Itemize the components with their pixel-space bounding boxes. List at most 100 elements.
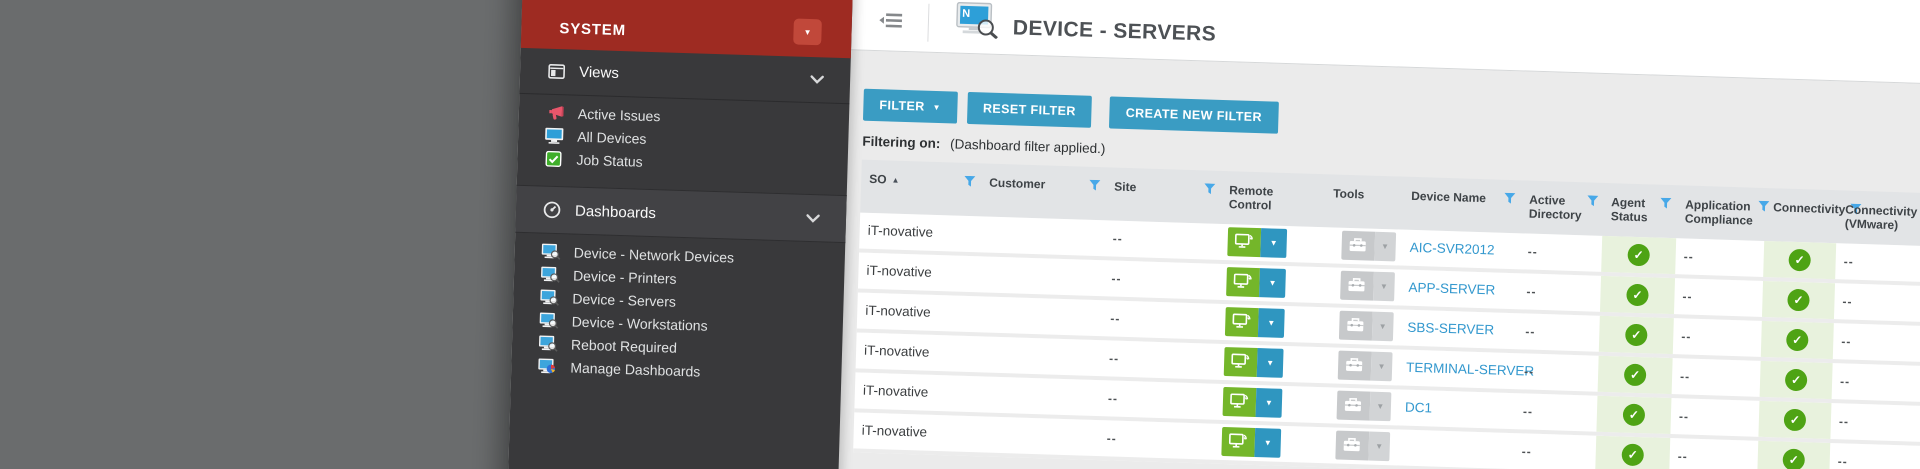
device-name-link[interactable]: DC1 [1405, 400, 1432, 416]
remote-control-button[interactable] [1225, 307, 1259, 337]
sidebar-section-dashboards[interactable]: Dashboards [515, 185, 846, 243]
cell-tools: ▼ [1322, 267, 1401, 305]
cell-ad: -- [1516, 353, 1599, 392]
cell-so: iT-novative [854, 372, 975, 412]
tools-dropdown[interactable]: ▼ [1373, 272, 1395, 302]
column-header-conn[interactable]: Connectivity [1765, 198, 1838, 218]
filter-funnel-icon[interactable] [1660, 198, 1671, 213]
remote-control-dropdown[interactable]: ▼ [1260, 228, 1287, 258]
device-name-link[interactable]: APP-SERVER [1408, 280, 1495, 298]
remote-control-dropdown[interactable]: ▼ [1258, 308, 1285, 338]
cell-so: iT-novative [857, 292, 978, 332]
sidebar-item-label: Job Status [576, 151, 643, 169]
remote-control-dropdown[interactable]: ▼ [1254, 428, 1281, 458]
cell-remote: ▼ [1218, 264, 1323, 303]
remote-control-button[interactable] [1226, 267, 1260, 297]
cell-tools: ▼ [1318, 387, 1397, 425]
chevron-down-icon: ▼ [1266, 359, 1274, 368]
device-name-link[interactable]: AIC-SVR2012 [1409, 240, 1494, 258]
column-header-tools[interactable]: Tools [1325, 184, 1403, 203]
cell-text: -- [1523, 404, 1533, 418]
megaphone-icon [545, 103, 566, 122]
column-header-ad[interactable]: Active Directory [1521, 190, 1604, 223]
cell-so: iT-novative [859, 212, 980, 252]
create-new-filter-button[interactable]: CREATE NEW FILTER [1109, 96, 1278, 133]
toolbox-icon [1348, 277, 1367, 296]
collapse-menu-button[interactable] [878, 11, 905, 33]
column-header-customer[interactable]: Customer [981, 173, 1107, 194]
remote-control-button[interactable] [1227, 227, 1261, 257]
remote-control-button[interactable] [1221, 427, 1255, 457]
column-header-agent[interactable]: Agent Status [1603, 193, 1678, 226]
sidebar-item-label: All Devices [577, 128, 647, 146]
filter-button[interactable]: FILTER ▼ [863, 89, 957, 124]
chevron-down-icon: ▼ [1377, 362, 1385, 371]
cell-site: -- [1099, 380, 1215, 420]
toolbox-icon [1343, 437, 1362, 456]
filter-funnel-icon[interactable] [1504, 193, 1515, 208]
views-list: Active IssuesAll DevicesJob Status [517, 100, 849, 179]
tools-dropdown[interactable]: ▼ [1369, 392, 1391, 422]
cell-site: -- [1104, 220, 1220, 260]
column-header-appcomp[interactable]: Application Compliance [1677, 195, 1766, 229]
cell-text: -- [1526, 284, 1536, 298]
column-label: Connectivity (VMware) [1845, 203, 1920, 234]
tools-button[interactable] [1339, 311, 1373, 341]
cell-connvm: -- [1832, 363, 1920, 403]
device-name-link[interactable]: SBS-SERVER [1407, 320, 1494, 338]
filter-button-label: FILTER [879, 98, 925, 113]
column-header-device[interactable]: Device Name [1403, 187, 1522, 208]
status-ok-icon: ✓ [1788, 249, 1811, 272]
filter-funnel-icon[interactable] [1089, 180, 1100, 195]
remote-control-dropdown[interactable]: ▼ [1259, 268, 1286, 298]
remote-control-dropdown[interactable]: ▼ [1257, 348, 1284, 378]
cell-text: -- [1679, 409, 1689, 423]
column-header-site[interactable]: Site [1106, 177, 1222, 198]
tools-dropdown[interactable]: ▼ [1374, 232, 1396, 262]
tools-button[interactable] [1338, 351, 1372, 381]
status-ok-icon: ✓ [1786, 328, 1809, 351]
filter-funnel-icon[interactable] [964, 176, 975, 191]
toolbox-icon [1344, 397, 1363, 416]
status-ok-icon: ✓ [1626, 283, 1649, 306]
cell-text: iT-novative [865, 303, 931, 320]
filter-funnel-icon[interactable] [1587, 195, 1598, 210]
cell-so: iT-novative [858, 252, 979, 292]
status-ok-icon: ✓ [1787, 288, 1810, 311]
remote-control-dropdown[interactable]: ▼ [1256, 388, 1283, 418]
cell-text: -- [1838, 454, 1848, 468]
cell-remote: ▼ [1216, 344, 1321, 383]
tools-button[interactable] [1341, 231, 1375, 261]
tools-dropdown[interactable]: ▼ [1370, 352, 1392, 382]
cell-agent: ✓ [1600, 276, 1675, 314]
tools-dropdown[interactable]: ▼ [1372, 312, 1394, 342]
chevron-down-icon [810, 75, 824, 84]
check-square-icon [543, 149, 564, 168]
cell-text: -- [1840, 374, 1850, 388]
app-window: SYSTEM ▼ Views Active IssuesAll DevicesJ… [506, 0, 1920, 469]
toolbox-icon [1349, 237, 1368, 256]
sidebar-item-label: Device - Printers [573, 267, 677, 286]
tools-button[interactable] [1340, 271, 1374, 301]
filter-funnel-icon[interactable] [1204, 183, 1215, 198]
cell-device: TERMINAL-SERVER [1398, 349, 1517, 389]
column-header-remote[interactable]: Remote Control [1221, 181, 1326, 215]
sidebar-item-label: Device - Servers [572, 290, 676, 309]
sidebar-menu-button[interactable]: ▼ [793, 18, 822, 45]
column-header-so[interactable]: SO▲ [861, 170, 982, 191]
remote-control-button[interactable] [1223, 387, 1257, 417]
chevron-down-icon [806, 213, 820, 222]
column-label: Application Compliance [1685, 197, 1754, 228]
reset-filter-button[interactable]: RESET FILTER [967, 92, 1093, 128]
tools-button[interactable] [1335, 431, 1369, 461]
cell-text: iT-novative [866, 263, 932, 280]
tools-dropdown[interactable]: ▼ [1368, 432, 1390, 462]
tools-button[interactable] [1337, 391, 1371, 421]
remote-monitor-icon [1233, 272, 1253, 293]
column-header-connvm[interactable]: Connectivity (VMware) [1837, 200, 1920, 235]
chevron-down-icon: ▼ [1379, 322, 1387, 331]
chevron-down-icon: ▼ [1264, 439, 1272, 448]
monitor-search-icon [539, 288, 560, 307]
remote-control-button[interactable] [1224, 347, 1258, 377]
sidebar-section-views[interactable]: Views [519, 48, 850, 104]
